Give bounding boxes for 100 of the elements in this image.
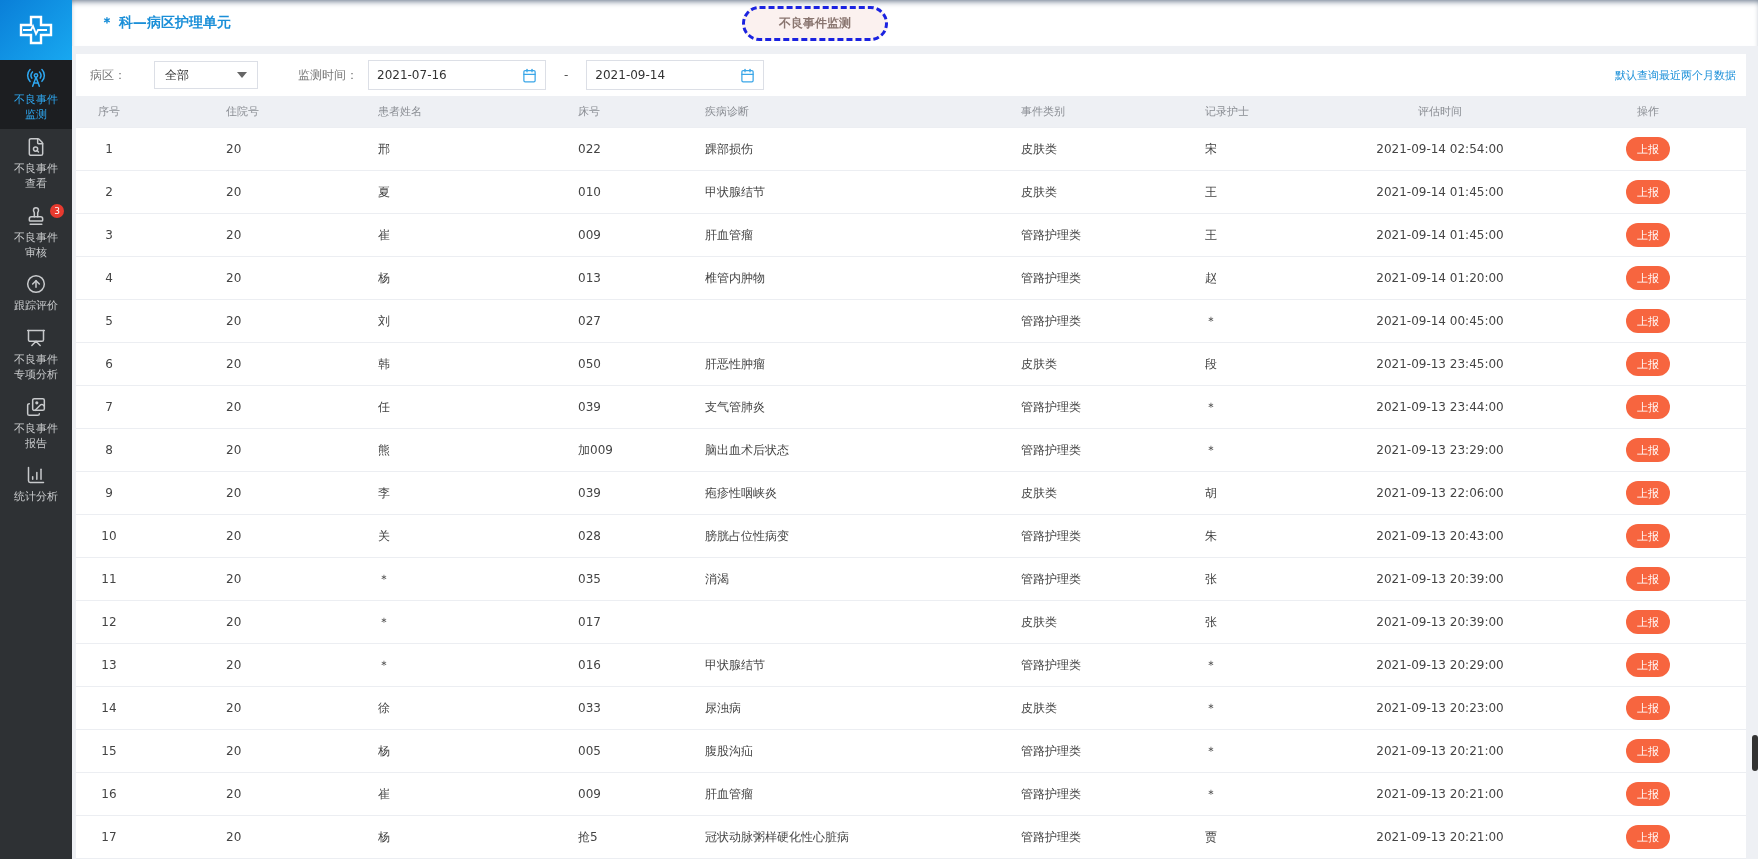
nurse-name: ＊ bbox=[1205, 742, 1217, 760]
event-category: 管路护理类 bbox=[1021, 656, 1081, 674]
event-category: 管路护理类 bbox=[1021, 742, 1081, 760]
page-tab[interactable]: 不良事件监测 bbox=[742, 6, 888, 41]
sidebar-item[interactable]: 跟踪评价 bbox=[0, 266, 72, 320]
ward-select[interactable]: 全部 bbox=[154, 61, 258, 89]
column-header: 住院号 bbox=[226, 104, 259, 119]
row-number: 6 bbox=[105, 357, 113, 371]
report-button[interactable]: 上报 bbox=[1626, 610, 1670, 634]
calendar-icon bbox=[740, 67, 756, 83]
nurse-name: ＊ bbox=[1205, 312, 1217, 330]
patient-name: 崔 bbox=[378, 226, 390, 244]
sidebar-item[interactable]: 不良事件监测 bbox=[0, 60, 72, 129]
event-category: 管路护理类 bbox=[1021, 269, 1081, 287]
scrollbar-thumb[interactable] bbox=[1752, 735, 1758, 771]
report-button[interactable]: 上报 bbox=[1626, 653, 1670, 677]
diagnosis: 肝血管瘤 bbox=[705, 785, 753, 803]
report-button[interactable]: 上报 bbox=[1626, 782, 1670, 806]
diagnosis: 支气管肺炎 bbox=[705, 398, 765, 416]
report-button[interactable]: 上报 bbox=[1626, 825, 1670, 849]
column-header: 操作 bbox=[1637, 104, 1659, 119]
report-button[interactable]: 上报 bbox=[1626, 223, 1670, 247]
admission-number: 20 bbox=[226, 486, 242, 500]
admission-number: 20 bbox=[226, 658, 242, 672]
bed-number: 017 bbox=[578, 615, 601, 629]
row-number: 3 bbox=[105, 228, 113, 242]
default-query-hint-link[interactable]: 默认查询最近两个月数据 bbox=[1615, 67, 1736, 83]
admission-number: 20 bbox=[226, 787, 242, 801]
row-number: 4 bbox=[105, 271, 113, 285]
end-date-field[interactable]: 2021-09-14 bbox=[586, 60, 765, 90]
sidebar-item-label: 统计分析 bbox=[13, 489, 59, 505]
column-header: 事件类别 bbox=[1021, 104, 1065, 119]
sidebar-item[interactable]: 不良事件专项分析 bbox=[0, 319, 72, 389]
report-button[interactable]: 上报 bbox=[1626, 567, 1670, 591]
sidebar-item[interactable]: 统计分析 bbox=[0, 457, 72, 511]
report-button[interactable]: 上报 bbox=[1626, 309, 1670, 333]
report-button[interactable]: 上报 bbox=[1626, 180, 1670, 204]
assessment-time: 2021-09-13 22:06:00 bbox=[1376, 486, 1504, 500]
sidebar-item[interactable]: 不良事件查看 bbox=[0, 128, 72, 198]
diagnosis: 椎管内肿物 bbox=[705, 269, 765, 287]
assessment-time: 2021-09-13 23:29:00 bbox=[1376, 443, 1504, 457]
event-category: 皮肤类 bbox=[1021, 613, 1057, 631]
diagnosis: 肝血管瘤 bbox=[705, 226, 753, 244]
row-number: 9 bbox=[105, 486, 113, 500]
report-button[interactable]: 上报 bbox=[1626, 739, 1670, 763]
row-number: 16 bbox=[101, 787, 117, 801]
patient-name: ＊ bbox=[378, 570, 390, 588]
assessment-time: 2021-09-13 23:45:00 bbox=[1376, 357, 1504, 371]
diagnosis: 膀胱占位性病变 bbox=[705, 527, 789, 545]
admission-number: 20 bbox=[226, 615, 242, 629]
row-number: 8 bbox=[105, 443, 113, 457]
nurse-name: ＊ bbox=[1205, 785, 1217, 803]
event-category: 皮肤类 bbox=[1021, 699, 1057, 717]
column-header: 评估时间 bbox=[1418, 104, 1462, 119]
event-category: 皮肤类 bbox=[1021, 140, 1057, 158]
ward-label: 病区： bbox=[90, 66, 126, 84]
bed-number: 039 bbox=[578, 400, 601, 414]
bed-number: 抢5 bbox=[578, 828, 598, 846]
assessment-time: 2021-09-14 02:54:00 bbox=[1376, 142, 1504, 156]
patient-name: 杨 bbox=[378, 269, 390, 287]
presentation-chart-icon bbox=[26, 327, 46, 348]
report-button[interactable]: 上报 bbox=[1626, 266, 1670, 290]
sidebar-item[interactable]: 不良事件审核 3 bbox=[0, 197, 72, 267]
report-button[interactable]: 上报 bbox=[1626, 696, 1670, 720]
row-number: 1 bbox=[105, 142, 113, 156]
report-button[interactable]: 上报 bbox=[1626, 395, 1670, 419]
time-label: 监测时间： bbox=[298, 66, 358, 84]
bed-number: 009 bbox=[578, 787, 601, 801]
bed-number: 035 bbox=[578, 572, 601, 586]
ward-title: ＊ 科—病区护理单元 bbox=[100, 14, 231, 32]
event-category: 管路护理类 bbox=[1021, 441, 1081, 459]
row-number: 15 bbox=[101, 744, 117, 758]
admission-number: 20 bbox=[226, 830, 242, 844]
row-number: 12 bbox=[101, 615, 117, 629]
admission-number: 20 bbox=[226, 228, 242, 242]
event-category: 管路护理类 bbox=[1021, 828, 1081, 846]
row-number: 17 bbox=[101, 830, 117, 844]
diagnosis: 腹股沟疝 bbox=[705, 742, 753, 760]
diagnosis: 甲状腺结节 bbox=[705, 656, 765, 674]
nurse-name: 宋 bbox=[1205, 140, 1217, 158]
bed-number: 加009 bbox=[578, 441, 613, 459]
report-button[interactable]: 上报 bbox=[1626, 352, 1670, 376]
row-number: 10 bbox=[101, 529, 117, 543]
nurse-name: 张 bbox=[1205, 613, 1217, 631]
column-header: 序号 bbox=[98, 104, 120, 119]
sidebar-item-label: 不良事件查看 bbox=[13, 160, 59, 192]
assessment-time: 2021-09-13 20:21:00 bbox=[1376, 787, 1504, 801]
start-date-field[interactable]: 2021-07-16 bbox=[368, 60, 546, 90]
bed-number: 050 bbox=[578, 357, 601, 371]
bed-number: 022 bbox=[578, 142, 601, 156]
row-number: 2 bbox=[105, 185, 113, 199]
report-button[interactable]: 上报 bbox=[1626, 438, 1670, 462]
nurse-name: 王 bbox=[1205, 226, 1217, 244]
report-button[interactable]: 上报 bbox=[1626, 524, 1670, 548]
nurse-name: 王 bbox=[1205, 183, 1217, 201]
patient-name: 邢 bbox=[378, 140, 390, 158]
report-button[interactable]: 上报 bbox=[1626, 481, 1670, 505]
assessment-time: 2021-09-14 01:20:00 bbox=[1376, 271, 1504, 285]
sidebar-item[interactable]: 不良事件报告 bbox=[0, 388, 72, 458]
report-button[interactable]: 上报 bbox=[1626, 137, 1670, 161]
